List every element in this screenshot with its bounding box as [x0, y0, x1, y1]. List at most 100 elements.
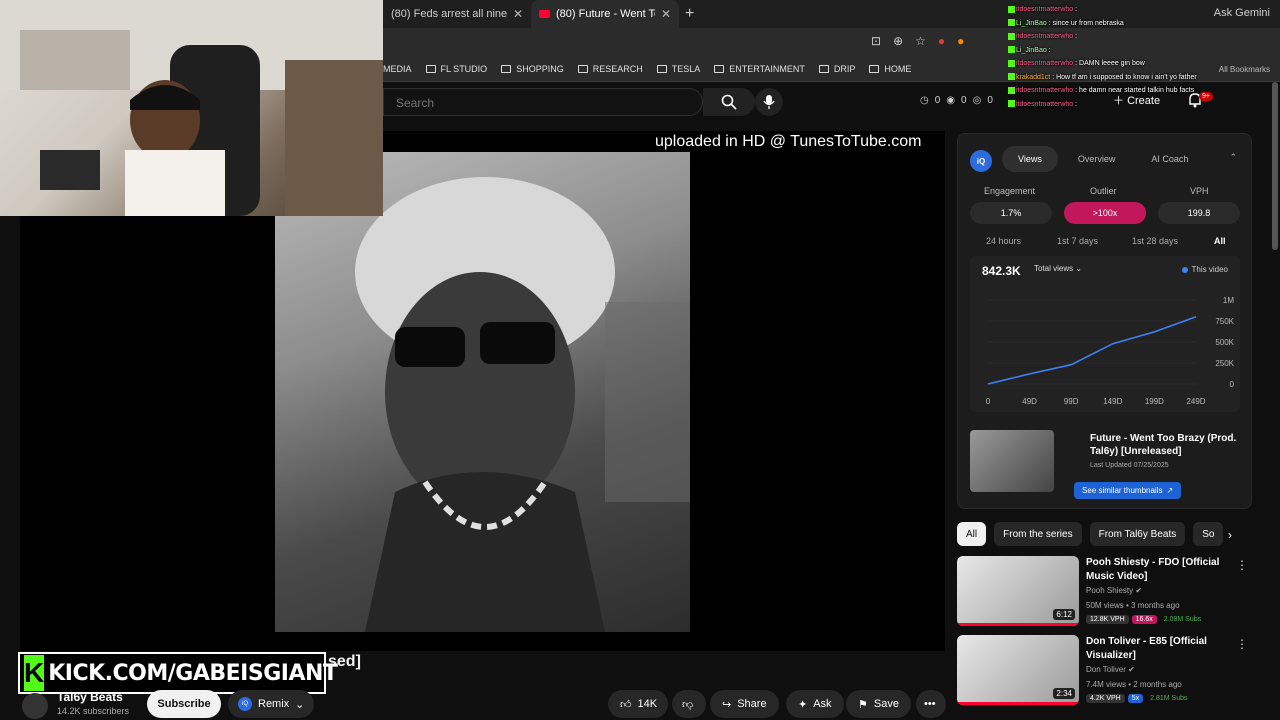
extension-icon[interactable]: ● — [957, 34, 964, 48]
chip-so[interactable]: So — [1193, 522, 1224, 546]
tab-views[interactable]: Views — [1002, 146, 1058, 172]
chat-username: krakadd1ct — [1016, 73, 1051, 81]
search-button[interactable] — [703, 88, 755, 116]
share-label: Share — [737, 698, 767, 710]
bookmark-item[interactable]: MEDIA — [383, 64, 412, 74]
recommended-title[interactable]: Pooh Shiesty - FDO [Official Music Video… — [1086, 556, 1236, 584]
chat-text: : — [1075, 33, 1078, 40]
bookmark-item[interactable]: SHOPPING — [501, 64, 564, 74]
verified-icon: ✔ — [1135, 586, 1143, 595]
channel-avatar[interactable] — [22, 693, 48, 719]
recommended-thumbnail[interactable]: 6:12 — [957, 556, 1079, 626]
series-line — [987, 316, 1197, 385]
bookmark-item[interactable]: FL STUDIO — [425, 63, 488, 74]
x-tick-label: 149D — [1103, 397, 1122, 406]
ask-button[interactable]: ✦ Ask — [786, 690, 844, 718]
eye-icon: ◉ — [946, 95, 956, 106]
like-button[interactable]: 👍︎ 14K — [608, 690, 668, 718]
search-container — [383, 88, 703, 117]
close-icon[interactable]: ✕ — [513, 7, 523, 21]
watch-progress-bar — [957, 702, 1079, 705]
bookmark-item[interactable]: TESLA — [656, 64, 700, 74]
similar-label: See similar thumbnails — [1082, 486, 1163, 495]
install-icon[interactable]: ⊡ — [871, 34, 881, 48]
recommended-video[interactable]: 6:12 Pooh Shiesty - FDO [Official Music … — [957, 556, 1252, 632]
tab-label: (80) Future - Went Too Brazy — [556, 8, 655, 20]
recommended-channel[interactable]: Don Toliver ✔ — [1086, 665, 1135, 674]
chat-username: Li_JinBao — [1016, 46, 1047, 54]
bookmark-icon: ⚑ — [858, 698, 868, 711]
remix-label: Remix — [258, 698, 290, 710]
extension-icon[interactable]: ● — [938, 34, 945, 48]
tab-label: (80) Feds arrest all nine susp — [391, 8, 507, 20]
chat-text: : since ur from nebraska — [1048, 19, 1124, 27]
x-tick-label: 49D — [1022, 397, 1037, 406]
kick-logo-icon: K — [24, 655, 45, 691]
chat-message: itdoesntmatterwho : — [1008, 98, 1278, 112]
chat-text: : — [1075, 6, 1078, 13]
more-icon: ••• — [924, 698, 936, 710]
webcam-overlay — [0, 0, 383, 216]
outlier-badge: 16.6x — [1131, 615, 1157, 624]
save-button[interactable]: ⚑ Save — [846, 690, 911, 718]
chevron-up-icon[interactable]: ⌃ — [1229, 152, 1237, 163]
chip-from-channel[interactable]: From Tal6y Beats — [1089, 522, 1186, 546]
thumbnail-video-title: Future - Went Too Brazy (Prod. Tal6y) [U… — [1090, 433, 1237, 457]
chat-username: itdoesntmatterwho — [1016, 100, 1074, 108]
metric-label-outlier: Outlier — [1090, 186, 1117, 196]
search-input[interactable] — [384, 89, 684, 117]
range-first-7-days[interactable]: 1st 7 days — [1057, 236, 1098, 246]
close-icon[interactable]: ✕ — [661, 7, 671, 21]
channel-name[interactable]: Tal6y Beats — [57, 690, 123, 704]
bookmark-label: SHOPPING — [516, 63, 564, 74]
bookmark-label: FL STUDIO — [440, 63, 488, 74]
bookmark-item[interactable]: HOME — [869, 64, 911, 74]
chevron-right-icon[interactable]: › — [1228, 528, 1232, 542]
sunglasses-left — [395, 327, 465, 367]
new-tab-icon[interactable]: + — [685, 5, 694, 23]
recommended-channel[interactable]: Pooh Shiesty ✔ — [1086, 586, 1142, 595]
browser-tab-2[interactable]: (80) Future - Went Too Brazy ✕ — [531, 0, 679, 28]
metric-label-engagement: Engagement — [984, 186, 1036, 196]
metric-engagement-value: 1.7% — [970, 202, 1052, 224]
mic-icon — [763, 95, 775, 109]
folder-icon — [577, 64, 588, 73]
see-similar-thumbnails-button[interactable]: See similar thumbnails ↗ — [1074, 482, 1182, 499]
bookmark-item[interactable]: RESEARCH — [577, 64, 643, 74]
toolbar-icons: ⊡ ⊕ ☆ ● ● — [871, 34, 964, 48]
more-vertical-icon[interactable]: ⋮ — [1236, 558, 1248, 572]
kick-overlay-text: KICK.COM/GABEISGIANT — [48, 660, 338, 686]
recommended-video[interactable]: 2:34 Don Toliver - E85 [Official Visuali… — [957, 635, 1252, 711]
y-tick-label: 1M — [1223, 296, 1234, 305]
voice-search-button[interactable] — [755, 88, 783, 116]
star-icon[interactable]: ☆ — [915, 34, 926, 48]
zoom-icon[interactable]: ⊕ — [893, 34, 903, 48]
panel-tabs: Views Overview AI Coach — [1002, 146, 1204, 172]
chip-from-series[interactable]: From the series — [994, 522, 1082, 546]
bookmark-item[interactable]: DRIP — [818, 64, 855, 74]
bookmark-item[interactable]: ENTERTAINMENT — [714, 64, 805, 74]
video-duration: 6:12 — [1053, 609, 1075, 620]
browser-tab-1[interactable]: (80) Feds arrest all nine susp ✕ — [383, 0, 531, 28]
recommended-thumbnail[interactable]: 2:34 — [957, 635, 1079, 705]
range-24-hours[interactable]: 24 hours — [986, 236, 1021, 246]
youtube-favicon-icon — [539, 10, 550, 18]
tab-overview[interactable]: Overview — [1062, 146, 1132, 172]
chip-all[interactable]: All — [957, 522, 987, 546]
folder-icon — [818, 64, 829, 73]
y-tick-label: 500K — [1215, 338, 1234, 347]
folder-icon — [425, 64, 436, 73]
range-all[interactable]: All — [1214, 236, 1226, 246]
subscribe-button[interactable]: Subscribe — [147, 690, 221, 718]
tab-ai-coach[interactable]: AI Coach — [1135, 146, 1204, 172]
range-first-28-days[interactable]: 1st 28 days — [1132, 236, 1178, 246]
chat-text: : How tf am i supposed to know i ain't y… — [1052, 73, 1197, 81]
more-actions-button[interactable]: ••• — [916, 690, 946, 718]
share-button[interactable]: ↪ Share — [710, 690, 779, 718]
remix-button[interactable]: iQ Remix ⌄ — [228, 690, 315, 718]
outlier-badge: 5x — [1127, 694, 1144, 703]
more-vertical-icon[interactable]: ⋮ — [1236, 637, 1248, 651]
dislike-button[interactable]: 👎︎ — [672, 690, 706, 718]
recommended-title[interactable]: Don Toliver - E85 [Official Visualizer] — [1086, 635, 1236, 663]
x-tick-label: 0 — [986, 397, 991, 406]
